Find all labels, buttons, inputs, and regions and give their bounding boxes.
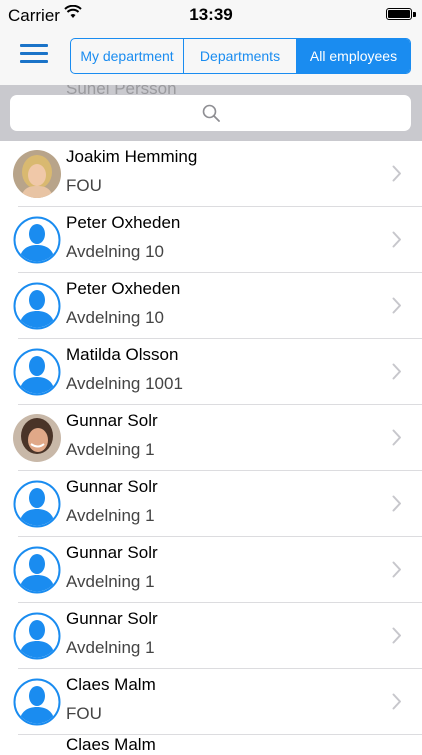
battery-cap	[413, 12, 416, 17]
employee-row[interactable]: Claes Malm FOU	[0, 669, 422, 735]
employee-name: Peter Oxheden	[66, 279, 181, 298]
employee-department: Avdelning 1	[66, 638, 155, 657]
avatar-photo	[13, 150, 61, 198]
employee-department: FOU	[66, 176, 102, 195]
employee-name: Gunnar Solr	[66, 411, 158, 430]
employee-name: Joakim Hemming	[66, 147, 198, 166]
employee-row[interactable]: Gunnar Solr Avdelning 1	[0, 405, 422, 471]
employee-row[interactable]: Peter Oxheden Avdelning 10	[0, 273, 422, 339]
employee-department: Avdelning 1	[66, 572, 155, 591]
chevron-right-icon	[392, 297, 401, 314]
chevron-right-icon	[392, 627, 401, 644]
employee-name: Claes Malm	[66, 675, 156, 694]
employee-department: FOU	[66, 704, 102, 723]
employee-department: Avdelning 1	[66, 506, 155, 525]
clock: 13:39	[189, 5, 233, 24]
search-bar-area: Sunel Persson	[0, 85, 422, 141]
chevron-right-icon	[392, 363, 401, 380]
segment-my-department[interactable]: My department	[71, 39, 184, 73]
employee-row[interactable]: Matilda Olsson Avdelning 1001	[0, 339, 422, 405]
chevron-right-icon	[392, 165, 401, 182]
chevron-right-icon	[392, 429, 401, 446]
person-icon	[13, 282, 61, 330]
nav-bar: My department Departments All employees	[0, 30, 422, 85]
hamburger-menu-icon[interactable]	[20, 44, 48, 66]
employee-department: Avdelning 1	[66, 440, 155, 459]
search-input[interactable]	[10, 95, 411, 131]
search-icon	[202, 104, 220, 122]
employee-department: Avdelning 1001	[66, 374, 183, 393]
segment-all-employees[interactable]: All employees	[297, 39, 410, 73]
employee-name: Peter Oxheden	[66, 213, 181, 232]
employee-list: Joakim Hemming FOU Peter Oxheden Avdelning…	[0, 141, 422, 735]
employee-row[interactable]: Gunnar Solr Avdelning 1	[0, 471, 422, 537]
partial-row-name: Claes Malm	[66, 735, 156, 754]
person-icon	[13, 612, 61, 660]
battery-fill	[388, 10, 410, 18]
employee-name: Gunnar Solr	[66, 609, 158, 628]
segment-departments[interactable]: Departments	[184, 39, 297, 73]
person-icon	[13, 678, 61, 726]
chevron-right-icon	[392, 561, 401, 578]
employee-name: Gunnar Solr	[66, 543, 158, 562]
employee-department: Avdelning 10	[66, 308, 164, 327]
employee-row[interactable]: Peter Oxheden Avdelning 10	[0, 207, 422, 273]
person-icon	[13, 348, 61, 396]
segmented-control: My department Departments All employees	[70, 38, 411, 74]
person-icon	[13, 216, 61, 264]
employee-row[interactable]: Joakim Hemming FOU	[0, 141, 422, 207]
chevron-right-icon	[392, 693, 401, 710]
employee-name: Matilda Olsson	[66, 345, 179, 364]
employee-name: Gunnar Solr	[66, 477, 158, 496]
employee-row[interactable]: Gunnar Solr Avdelning 1	[0, 603, 422, 669]
chevron-right-icon	[392, 231, 401, 248]
chevron-right-icon	[392, 495, 401, 512]
employee-row[interactable]: Gunnar Solr Avdelning 1	[0, 537, 422, 603]
battery-icon	[386, 8, 412, 20]
avatar-photo	[13, 414, 61, 462]
status-bar: Carrier 13:39	[0, 0, 422, 30]
person-icon	[13, 546, 61, 594]
person-icon	[13, 480, 61, 528]
employee-department: Avdelning 10	[66, 242, 164, 261]
